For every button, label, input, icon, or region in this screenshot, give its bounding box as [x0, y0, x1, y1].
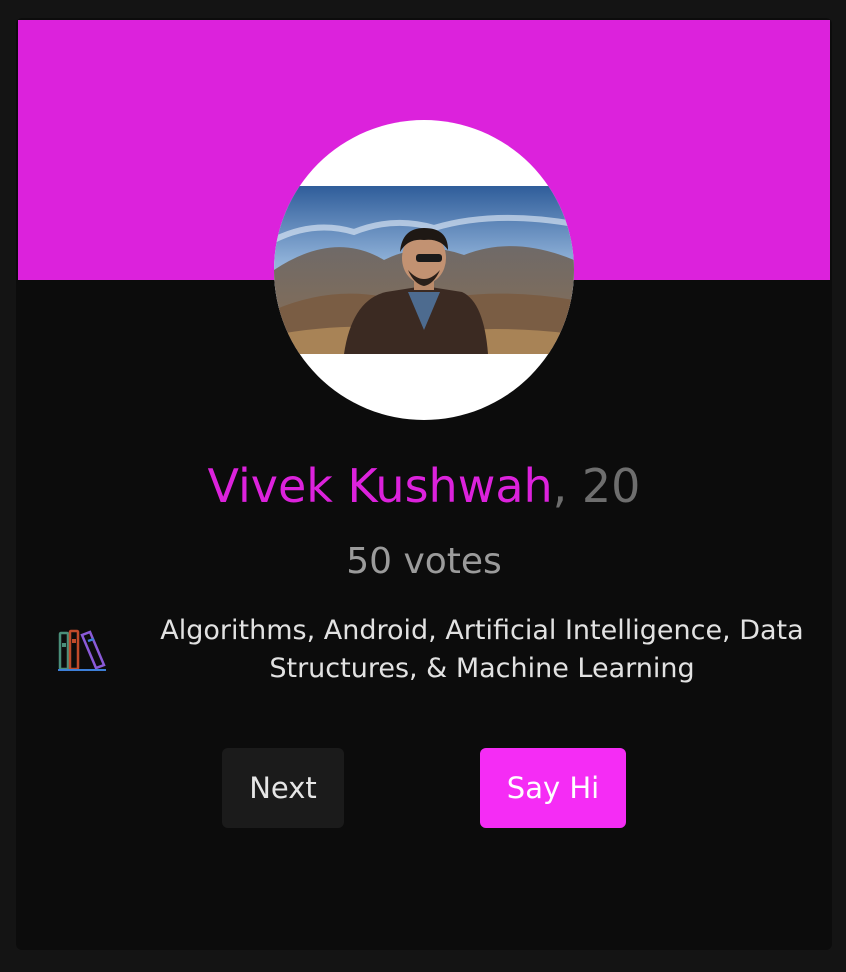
profile-photo	[274, 186, 574, 354]
profile-name: Vivek Kushwah	[207, 459, 553, 513]
next-button[interactable]: Next	[222, 748, 344, 828]
vote-count: 50 votes	[346, 541, 502, 582]
books-icon	[58, 627, 108, 673]
avatar	[274, 120, 574, 420]
interests-text: Algorithms, Android, Artificial Intellig…	[160, 615, 804, 684]
profile-card: Vivek Kushwah, 20 50 votes Algorithms, A…	[16, 18, 832, 950]
say-hi-button[interactable]: Say Hi	[480, 748, 626, 828]
profile-name-line: Vivek Kushwah, 20	[16, 456, 832, 516]
profile-age: , 20	[552, 459, 641, 513]
